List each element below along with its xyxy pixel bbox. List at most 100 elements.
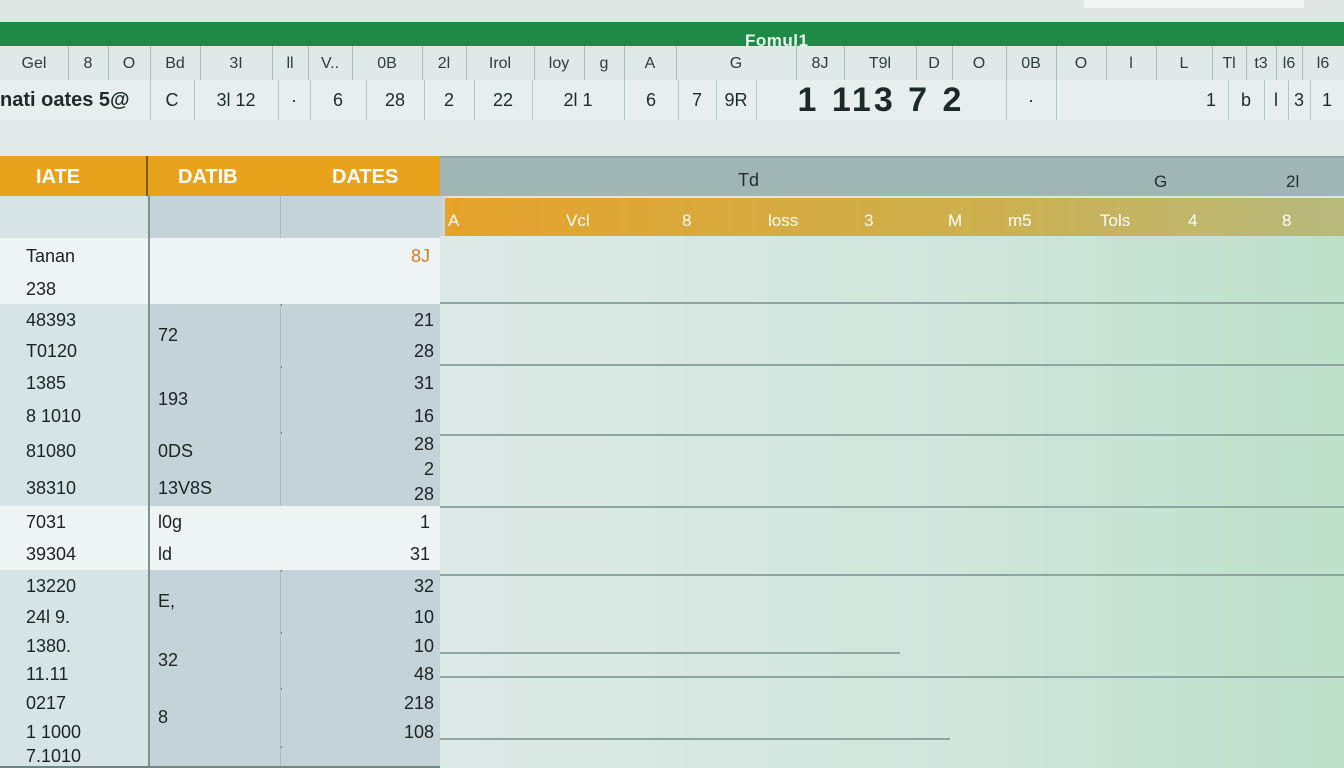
grid-line [440, 302, 1344, 304]
column-header-cell[interactable]: 2l [422, 46, 467, 82]
subheader-cell[interactable]: loss [768, 198, 798, 236]
subheader-cell[interactable]: 4 [1188, 198, 1197, 236]
column-header-cell[interactable]: G [676, 46, 797, 82]
column-header-cell[interactable]: V.. [308, 46, 353, 82]
row-label-cell[interactable] [0, 196, 150, 238]
subheader-cell[interactable]: m5 [1008, 198, 1032, 236]
column-header-cell[interactable]: loy [534, 46, 585, 82]
subheader-cell[interactable]: 8 [1282, 198, 1291, 236]
subheader-cell[interactable]: Tols [1100, 198, 1130, 236]
data-cell[interactable]: 10 48 [282, 632, 442, 688]
table-row: Tanan 8J [0, 238, 445, 276]
formula-row-cell[interactable]: 2 [424, 80, 475, 120]
header-cell-dates[interactable]: DATES [332, 156, 398, 196]
column-header-cell[interactable]: D [916, 46, 953, 82]
row-label-cell[interactable]: 39304 [0, 538, 150, 570]
column-header-cell[interactable]: Bd [150, 46, 201, 82]
column-header-cell[interactable]: Irol [466, 46, 535, 82]
row-label-cell[interactable]: 0217 1 1000 [0, 688, 150, 746]
data-cell[interactable]: 72 [150, 304, 281, 366]
column-header-cell[interactable]: Gel [0, 46, 69, 82]
column-header-cell[interactable]: ll [272, 46, 309, 82]
row-label-cell[interactable]: 238 [0, 274, 150, 304]
column-header-cell[interactable]: O [952, 46, 1007, 82]
data-cell[interactable]: 31 16 [282, 366, 442, 432]
column-header-cell[interactable]: 8 [68, 46, 109, 82]
row-label-cell[interactable]: 13220 24l 9. [0, 570, 150, 632]
formula-row-cell[interactable]: · [1006, 80, 1057, 120]
data-cell[interactable]: 218 108 [282, 688, 442, 746]
formula-row-cell[interactable]: 1 [1194, 80, 1229, 120]
formula-row-cell[interactable]: 2l 1 [532, 80, 625, 120]
header-cell-date-b[interactable]: DATIB [178, 156, 238, 196]
name-box[interactable]: nati oates 5@ [0, 80, 151, 120]
data-cell[interactable]: 8 [150, 688, 281, 746]
grid-line [440, 738, 950, 740]
formula-row-cell[interactable]: 3 [1288, 80, 1311, 120]
column-header-cell[interactable]: g [584, 46, 625, 82]
data-cell[interactable] [150, 196, 281, 238]
subheader-cell[interactable]: A [448, 198, 459, 236]
header-cell-date-a[interactable]: IATE [36, 156, 80, 196]
data-cell[interactable]: l0g 1 [150, 506, 440, 538]
column-header-cell[interactable]: Tl [1212, 46, 1247, 82]
row-label-cell[interactable]: 1380. 11.11 [0, 632, 150, 688]
data-cell[interactable]: E, [150, 570, 281, 632]
cell-text: 7.1010 [26, 746, 82, 766]
formula-row-cell[interactable]: 22 [474, 80, 533, 120]
data-cell[interactable]: ld 31 [150, 538, 440, 570]
grid-line [440, 364, 1344, 366]
formula-row-cell[interactable]: b [1228, 80, 1265, 120]
formula-row-cell[interactable]: 6 [624, 80, 679, 120]
formula-row-cell[interactable]: 6 [310, 80, 367, 120]
row-label-cell[interactable]: 81080 38310 [0, 432, 150, 506]
formula-row-cell[interactable]: C [150, 80, 195, 120]
formula-row-cell[interactable]: 1 [1310, 80, 1344, 120]
cell-text: 31 [409, 544, 430, 564]
column-header-cell[interactable]: 8J [796, 46, 845, 82]
data-cell[interactable]: 0DS 13V8S [150, 432, 281, 506]
subheader-cell[interactable]: Vcl [566, 198, 590, 236]
right-header-row: Td G 2l [440, 158, 1344, 196]
cell-text: 218 [403, 692, 434, 713]
data-cell[interactable]: 32 10 [282, 570, 442, 632]
subheader-cell[interactable]: 8 [682, 198, 691, 236]
column-header-cell[interactable]: l6 [1302, 46, 1344, 82]
column-header-cell[interactable]: l [1106, 46, 1157, 82]
column-header-cell[interactable]: L [1156, 46, 1213, 82]
column-header-cell[interactable]: 0B [1006, 46, 1057, 82]
data-cell[interactable] [282, 746, 442, 766]
formula-row-cell[interactable]: 9R [716, 80, 757, 120]
formula-value[interactable]: 1 113 7 2 [756, 80, 1007, 120]
column-header-cell[interactable]: T9l [844, 46, 917, 82]
data-cell[interactable]: 8J [150, 238, 440, 274]
column-header-cell[interactable]: 3I [200, 46, 273, 82]
column-header-cell[interactable]: 0B [352, 46, 423, 82]
formula-row-cell[interactable]: · [278, 80, 311, 120]
row-label-cell[interactable]: 48393 T0120 [0, 304, 150, 366]
data-cell[interactable] [150, 274, 440, 304]
formula-row-cell[interactable]: 3l 12 [194, 80, 279, 120]
row-label-cell[interactable]: 7.1010 [0, 746, 150, 766]
title-bar-highlight [1084, 0, 1304, 8]
data-cell[interactable] [150, 746, 281, 766]
formula-row-cell[interactable]: 7 [678, 80, 717, 120]
row-label-cell[interactable]: 1385 8 1010 [0, 366, 150, 432]
formula-row-cell[interactable]: l [1264, 80, 1289, 120]
subheader-cell[interactable]: M [948, 198, 962, 236]
column-header-cell[interactable]: t3 [1246, 46, 1277, 82]
data-cell[interactable]: 32 [150, 632, 281, 688]
data-cell[interactable]: 21 28 [282, 304, 442, 366]
row-label-cell[interactable]: Tanan [0, 238, 150, 274]
column-header-cell[interactable]: A [624, 46, 677, 82]
column-header-cell[interactable]: O [1056, 46, 1107, 82]
data-cell[interactable]: 28 2 28 [282, 432, 442, 506]
subheader-cell[interactable]: 3 [864, 198, 873, 236]
data-cell[interactable]: 193 [150, 366, 281, 432]
formula-row-cell[interactable]: 28 [366, 80, 425, 120]
column-header-cell[interactable]: O [108, 46, 151, 82]
data-cell[interactable] [282, 196, 442, 238]
row-label-cell[interactable]: 7031 [0, 506, 150, 538]
cell-text: 1385 [26, 372, 67, 393]
column-header-cell[interactable]: l6 [1276, 46, 1303, 82]
